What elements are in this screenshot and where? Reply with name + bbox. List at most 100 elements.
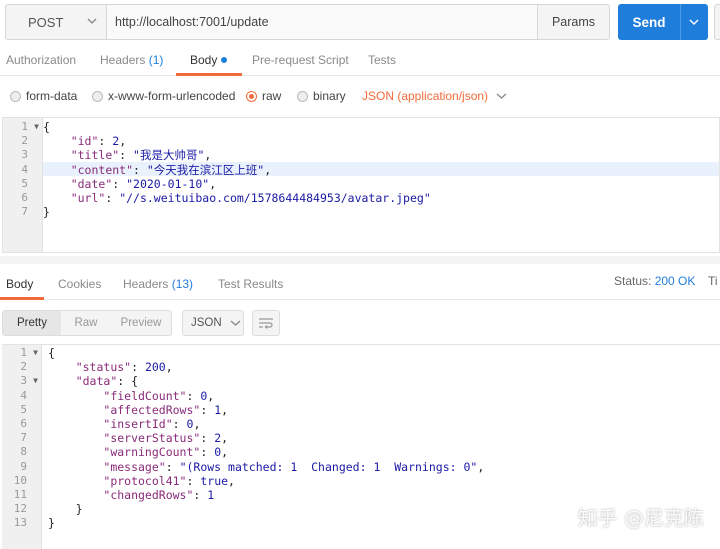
radio-x-www-form-urlencoded[interactable]: x-www-form-urlencoded — [92, 89, 235, 103]
chevron-down-icon — [230, 320, 241, 326]
view-preview-button[interactable]: Preview — [111, 311, 171, 335]
radio-raw[interactable]: raw — [246, 89, 281, 103]
response-time-label: Ti — [708, 274, 718, 288]
headers-count: (1) — [148, 53, 164, 67]
radio-label: raw — [262, 89, 282, 103]
tab-cookies[interactable]: Cookies — [58, 266, 101, 300]
radio-label: x-www-form-urlencoded — [108, 89, 236, 103]
line-number: 7 — [20, 431, 27, 445]
line-number: 12 — [13, 502, 27, 516]
line-number: 5 — [21, 176, 28, 190]
code-line: } — [48, 516, 55, 531]
code-line: "status": 200, — [75, 360, 173, 375]
request-tabs: Authorization Headers (1) Body Pre-reque… — [0, 44, 720, 76]
status-value: 200 OK — [654, 274, 696, 288]
headers-count: (13) — [171, 277, 194, 291]
tab-label: Test Results — [218, 277, 284, 291]
wrap-lines-button[interactable] — [252, 310, 280, 336]
line-number: 10 — [13, 473, 27, 487]
code-line: "content": "今天我在滨江区上班", — [70, 162, 272, 177]
response-toolbar: Pretty Raw Preview JSON — [0, 300, 720, 344]
chevron-down-icon — [496, 93, 507, 99]
tab-body[interactable]: Body — [190, 44, 228, 76]
wrap-lines-icon — [259, 318, 273, 329]
line-number: 2 — [20, 360, 27, 374]
code-line: "protocol41": true, — [103, 473, 235, 488]
params-label: Params — [551, 15, 596, 29]
view-raw-button[interactable]: Raw — [61, 311, 111, 335]
tab-authorization[interactable]: Authorization — [6, 44, 76, 76]
url-input[interactable]: http://localhost:7001/update — [106, 4, 538, 40]
response-status: Status: 200 OK — [614, 274, 695, 288]
code-line: { — [43, 120, 50, 134]
code-line: "url": "//s.weituibao.com/1578644484953/… — [70, 191, 431, 205]
chevron-down-icon — [87, 18, 97, 24]
tab-label: Pre-request Script — [252, 53, 349, 67]
radio-circle-icon — [92, 90, 103, 102]
tab-label: Headers — [123, 277, 169, 291]
code-line: "id": 2, — [70, 134, 127, 149]
watermark: 知乎 @尼克陈 — [577, 506, 704, 530]
body-type-selector: form-data x-www-form-urlencoded raw bina… — [0, 76, 720, 114]
radio-selected-icon — [246, 90, 257, 102]
line-number: 4 — [20, 388, 27, 402]
line-number: 3 ▼ — [20, 374, 38, 388]
fold-arrow-icon[interactable]: ▼ — [33, 374, 38, 388]
tab-tests[interactable]: Tests — [368, 44, 396, 76]
radio-binary[interactable]: binary — [297, 89, 346, 103]
response-tabs: Body Cookies Headers (13) Test Results — [0, 266, 720, 300]
line-number: 1 ▼ — [20, 346, 38, 360]
line-number-gutter: 1 ▼ 2 3 ▼ 4 5 6 7 8 9 10 11 12 13 — [2, 345, 42, 549]
line-number: 9 — [20, 459, 27, 473]
code-line: } — [48, 502, 83, 517]
code-line: "message": "(Rows matched: 1 Changed: 1 … — [103, 459, 485, 474]
line-number: 5 — [20, 402, 27, 416]
line-number: 6 — [20, 416, 27, 430]
code-line: "affectedRows": 1, — [103, 402, 229, 417]
method-select[interactable]: POST — [5, 4, 107, 40]
pane-divider[interactable] — [0, 256, 720, 264]
tab-label: Tests — [368, 53, 397, 67]
format-dropdown[interactable]: JSON — [182, 310, 244, 336]
line-number-gutter: 1 ▼ 2 3 4 5 6 7 — [3, 118, 43, 252]
line-number: 11 — [13, 487, 27, 501]
radio-form-data[interactable]: form-data — [10, 89, 77, 103]
content-type-label: JSON (application/json) — [362, 89, 489, 103]
code-line: { — [48, 346, 55, 360]
code-line: } — [43, 205, 50, 220]
tab-headers[interactable]: Headers (1) — [100, 44, 163, 76]
status-label: Status: — [614, 274, 652, 288]
radio-circle-icon — [10, 90, 21, 102]
line-number: 13 — [13, 516, 27, 530]
view-mode-selector: Pretty Raw Preview — [2, 310, 172, 336]
request-body-editor[interactable]: 1 ▼ 2 3 4 5 6 7 { "id": 2, "title": "我是大帅… — [2, 117, 720, 253]
send-options-chevron-icon[interactable] — [681, 17, 707, 27]
code-line: "date": "2020-01-10", — [70, 176, 217, 191]
radio-circle-icon — [297, 90, 308, 102]
modified-dot-icon — [221, 57, 228, 63]
save-button-edge[interactable] — [714, 4, 720, 40]
tab-test-results[interactable]: Test Results — [218, 266, 283, 300]
tab-label: Authorization — [6, 53, 77, 67]
send-button[interactable]: Send — [618, 4, 708, 40]
tab-label: Body — [6, 277, 34, 291]
tab-pre-request-script[interactable]: Pre-request Script — [252, 44, 349, 76]
tab-response-body[interactable]: Body — [6, 266, 33, 300]
send-label: Send — [632, 14, 666, 30]
tab-label: Cookies — [58, 277, 102, 291]
line-number: 8 — [20, 445, 27, 459]
params-button[interactable]: Params — [538, 4, 610, 40]
format-label: JSON — [191, 317, 222, 329]
tab-response-headers[interactable]: Headers (13) — [123, 266, 193, 300]
content-type-dropdown[interactable]: JSON (application/json) — [362, 89, 507, 103]
line-number: 4 — [21, 162, 28, 176]
request-url-bar: POST http://localhost:7001/update Params… — [0, 0, 720, 44]
code-line: "title": "我是大帅哥", — [70, 148, 212, 163]
fold-arrow-icon[interactable]: ▼ — [33, 346, 38, 360]
line-number: 3 — [21, 148, 28, 162]
line-number: 2 — [21, 134, 28, 148]
fold-arrow-icon[interactable]: ▼ — [34, 120, 39, 134]
line-number: 6 — [21, 190, 28, 204]
view-pretty-button[interactable]: Pretty — [3, 311, 61, 335]
code-line: "data": { — [75, 374, 139, 389]
